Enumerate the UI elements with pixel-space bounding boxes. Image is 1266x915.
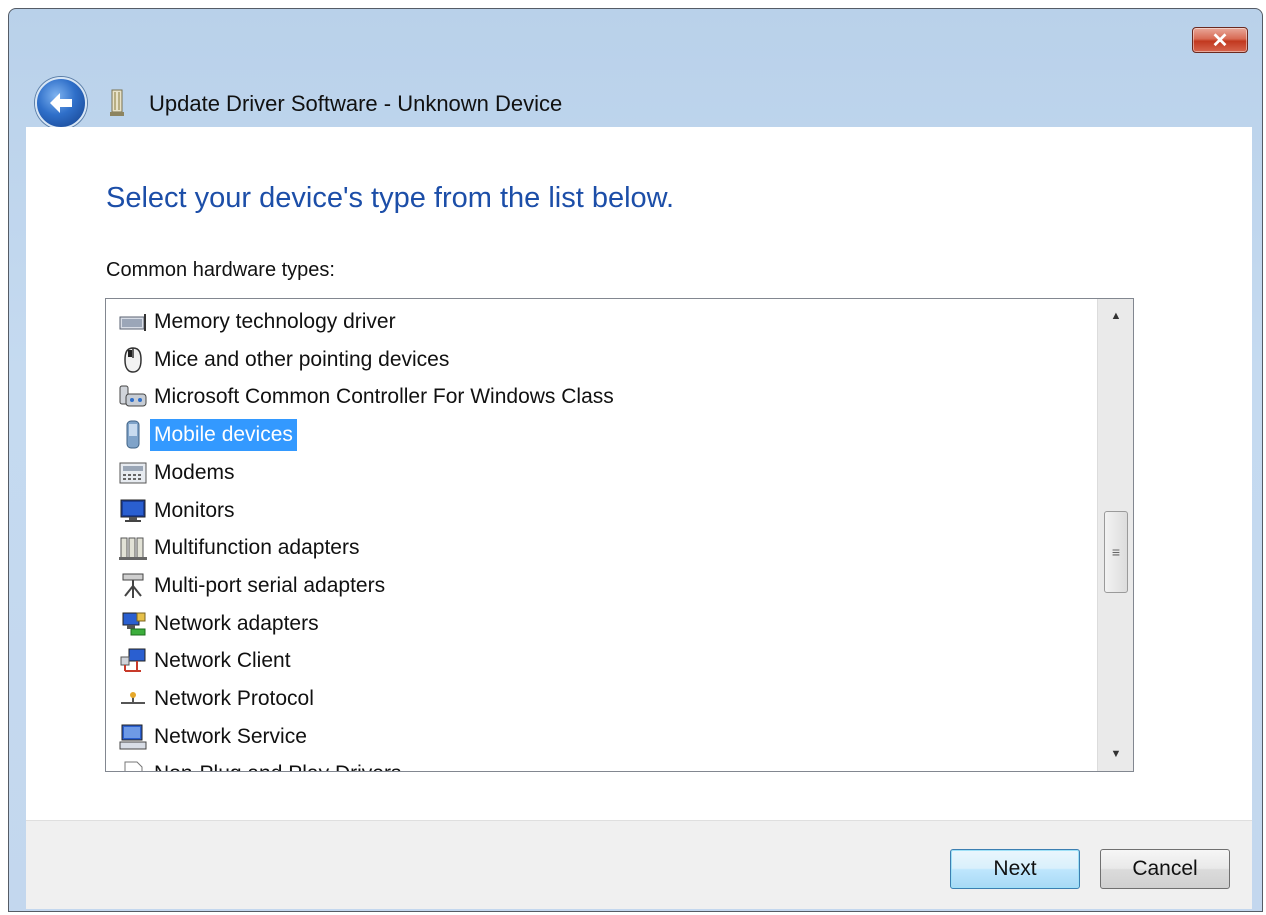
- network-client-icon: [116, 644, 150, 678]
- list-item-label: Monitors: [154, 498, 235, 522]
- list-item-label: Memory technology driver: [154, 310, 396, 333]
- scroll-thumb[interactable]: ≡: [1104, 511, 1128, 593]
- cancel-button[interactable]: Cancel: [1100, 849, 1230, 889]
- scroll-up-arrow[interactable]: ▲: [1098, 299, 1133, 333]
- multifunction-adapter-icon: [116, 531, 150, 565]
- scroll-down-arrow[interactable]: ▼: [1098, 737, 1133, 771]
- content-area: Select your device's type from the list …: [26, 127, 1252, 820]
- network-adapter-icon: [116, 607, 150, 641]
- dialog-window: ✕ Update Driver Software - Unknown Devic…: [8, 8, 1263, 912]
- list-item[interactable]: Modems: [116, 456, 239, 490]
- window-title: Update Driver Software - Unknown Device: [149, 91, 563, 116]
- list-item[interactable]: Monitors: [116, 494, 239, 528]
- list-item-label: Microsoft Common Controller For Windows …: [154, 385, 614, 409]
- close-button[interactable]: ✕: [1192, 27, 1248, 53]
- mobile-device-icon: [116, 418, 150, 452]
- scroll-grip-icon: ≡: [1111, 544, 1121, 560]
- list-item[interactable]: Multifunction adapters: [116, 531, 363, 565]
- unknown-device-icon: [110, 89, 124, 116]
- list-item[interactable]: Network Client: [116, 644, 295, 678]
- list-item[interactable]: Mobile devices: [116, 418, 297, 452]
- list-item-label: Multi-port serial adapters: [154, 573, 386, 597]
- list-item[interactable]: Network Service: [116, 720, 311, 754]
- serial-adapter-icon: [116, 569, 150, 603]
- mouse-icon: [116, 343, 150, 377]
- next-button[interactable]: Next: [950, 849, 1080, 889]
- list-item-label: Modems: [154, 460, 235, 484]
- list-item-label: Mice and other pointing devices: [154, 347, 450, 371]
- back-button[interactable]: [35, 77, 87, 129]
- list-label: Common hardware types:: [106, 259, 335, 281]
- list-item-label: Multifunction adapters: [154, 536, 360, 560]
- network-protocol-icon: [116, 682, 150, 716]
- hardware-types-list: Memory technology driver Mice and other p…: [106, 299, 1097, 771]
- list-item[interactable]: Mice and other pointing devices: [116, 343, 453, 377]
- list-item-label: Network Client: [154, 649, 291, 673]
- title-bar: ✕ Update Driver Software - Unknown Devic…: [9, 9, 1262, 129]
- game-controller-icon: [116, 380, 150, 414]
- back-arrow-icon: [50, 93, 72, 113]
- vertical-scrollbar[interactable]: ▲ ≡ ▼: [1097, 299, 1133, 771]
- button-bar: Next Cancel: [26, 820, 1252, 909]
- hardware-types-listbox[interactable]: Memory technology driver Mice and other p…: [105, 298, 1134, 772]
- monitor-icon: [116, 494, 150, 528]
- document-icon: [116, 757, 150, 771]
- list-item-label: Non-Plug and Play Drivers: [150, 758, 405, 771]
- list-item-label: Network Service: [154, 724, 307, 748]
- list-item[interactable]: Network Protocol: [116, 682, 318, 716]
- list-item[interactable]: Multi-port serial adapters: [116, 569, 389, 603]
- list-item[interactable]: Network adapters: [116, 607, 323, 641]
- list-item[interactable]: Non-Plug and Play Drivers: [116, 757, 405, 771]
- page-heading: Select your device's type from the list …: [106, 182, 675, 214]
- list-item[interactable]: Memory technology driver: [116, 305, 400, 339]
- list-item-label: Mobile devices: [150, 419, 297, 452]
- network-service-icon: [116, 720, 150, 754]
- list-item-label: Network adapters: [154, 611, 319, 635]
- list-item-label: Network Protocol: [154, 687, 314, 710]
- memory-card-icon: [116, 305, 150, 339]
- list-item[interactable]: Microsoft Common Controller For Windows …: [116, 380, 618, 414]
- modem-icon: [116, 456, 150, 490]
